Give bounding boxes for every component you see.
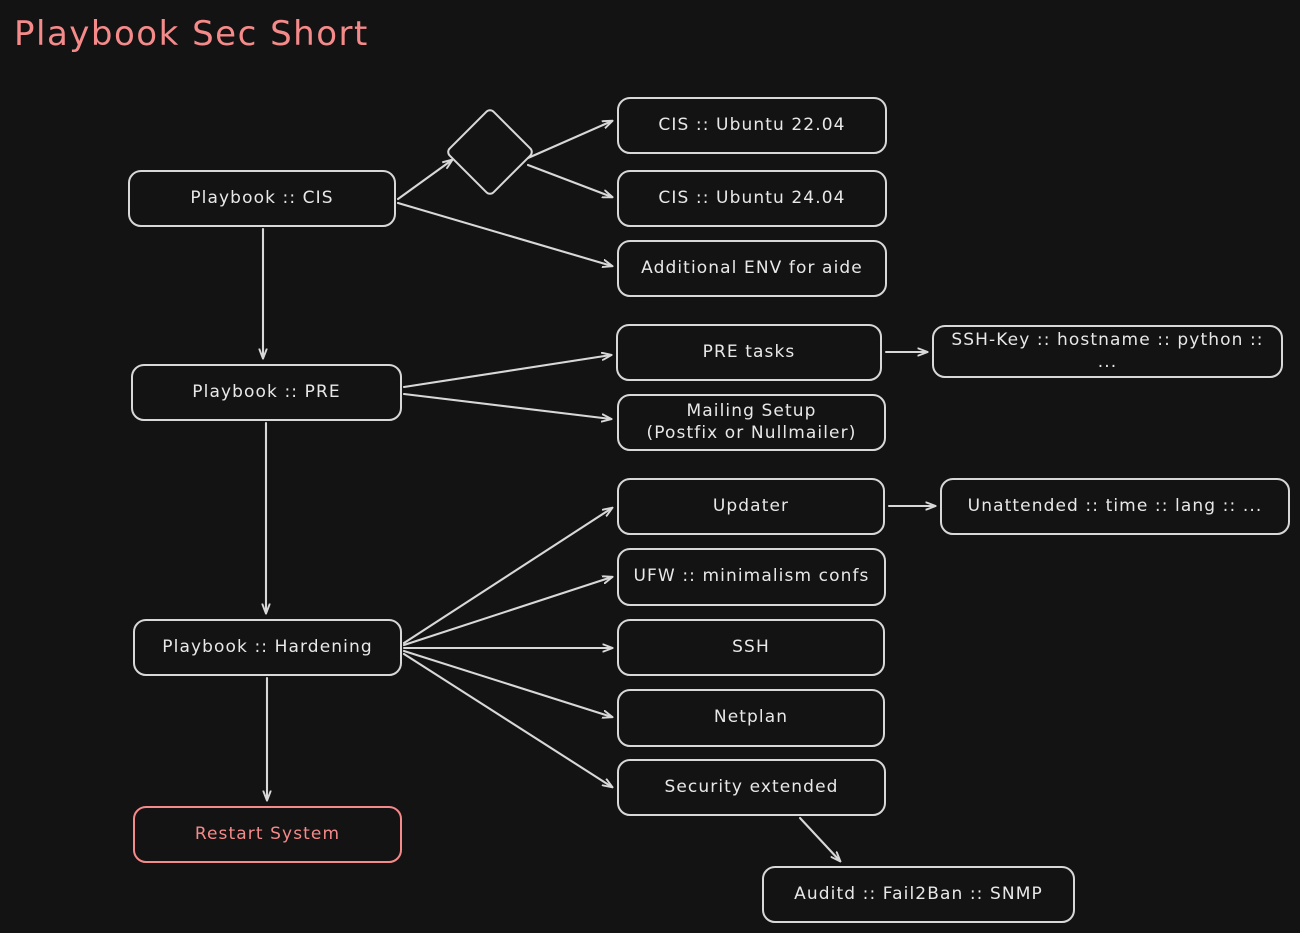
- node-ufw[interactable]: UFW :: minimalism confs: [617, 548, 886, 606]
- node-playbook_cis[interactable]: Playbook :: CIS: [128, 170, 396, 227]
- node-label-playbook_hardening: Playbook :: Hardening: [162, 636, 373, 657]
- node-playbook_hardening[interactable]: Playbook :: Hardening: [133, 619, 402, 676]
- edge-playbook_hardening-to-ufw: [404, 577, 612, 645]
- edge-decision-to-cis_2404: [528, 165, 612, 197]
- node-label-additional_env: Additional ENV for aide: [641, 257, 863, 278]
- node-netplan[interactable]: Netplan: [617, 689, 885, 747]
- edge-playbook_cis-to-decision: [398, 160, 452, 199]
- node-label-ssh_key: SSH-Key :: hostname :: python :: ...: [951, 329, 1264, 372]
- node-label-playbook_pre: Playbook :: PRE: [192, 381, 341, 402]
- edge-decision-to-cis_2204: [528, 121, 612, 158]
- node-label-updater: Updater: [712, 495, 790, 516]
- node-label-cis_2404: CIS :: Ubuntu 24.04: [658, 187, 846, 208]
- edge-playbook_pre-to-mailing_setup: [404, 394, 611, 419]
- node-label-security_extended: Security extended: [664, 776, 839, 797]
- node-label-netplan: Netplan: [713, 707, 789, 728]
- node-cis_2404[interactable]: CIS :: Ubuntu 24.04: [617, 170, 887, 227]
- node-label-ufw: UFW :: minimalism confs: [633, 566, 870, 587]
- node-unattended[interactable]: Unattended :: time :: lang :: ...: [940, 478, 1290, 535]
- node-label-mailing_setup: Mailing Setup (Postfix or Nullmailer): [646, 400, 857, 443]
- node-mailing_setup[interactable]: Mailing Setup (Postfix or Nullmailer): [617, 394, 886, 451]
- node-label-unattended: Unattended :: time :: lang :: ...: [967, 495, 1263, 516]
- node-label-cis_2204: CIS :: Ubuntu 22.04: [658, 114, 846, 135]
- node-ssh[interactable]: SSH: [617, 619, 885, 676]
- edge-playbook_hardening-to-netplan: [404, 651, 612, 717]
- node-label-auditd: Auditd :: Fail2Ban :: SNMP: [794, 883, 1043, 904]
- node-security_extended[interactable]: Security extended: [617, 759, 886, 816]
- edge-playbook_hardening-to-security_extended: [404, 654, 612, 787]
- node-cis_2204[interactable]: CIS :: Ubuntu 22.04: [617, 97, 887, 154]
- node-label-playbook_cis: Playbook :: CIS: [190, 187, 334, 208]
- node-label-ssh: SSH: [732, 636, 770, 657]
- node-auditd[interactable]: Auditd :: Fail2Ban :: SNMP: [762, 866, 1075, 923]
- node-playbook_pre[interactable]: Playbook :: PRE: [131, 364, 402, 421]
- edge-security_extended-to-auditd: [800, 818, 840, 861]
- node-additional_env[interactable]: Additional ENV for aide: [617, 240, 887, 297]
- node-label-restart_system: Restart System: [194, 823, 341, 844]
- node-pre_tasks[interactable]: PRE tasks: [616, 324, 882, 381]
- node-restart_system[interactable]: Restart System: [133, 806, 402, 863]
- edge-playbook_hardening-to-updater: [404, 508, 612, 643]
- edge-playbook_pre-to-pre_tasks: [404, 355, 611, 387]
- edge-playbook_cis-to-additional_env: [398, 203, 612, 266]
- node-ssh_key[interactable]: SSH-Key :: hostname :: python :: ...: [932, 325, 1283, 378]
- node-updater[interactable]: Updater: [617, 478, 885, 535]
- node-label-pre_tasks: PRE tasks: [702, 341, 796, 362]
